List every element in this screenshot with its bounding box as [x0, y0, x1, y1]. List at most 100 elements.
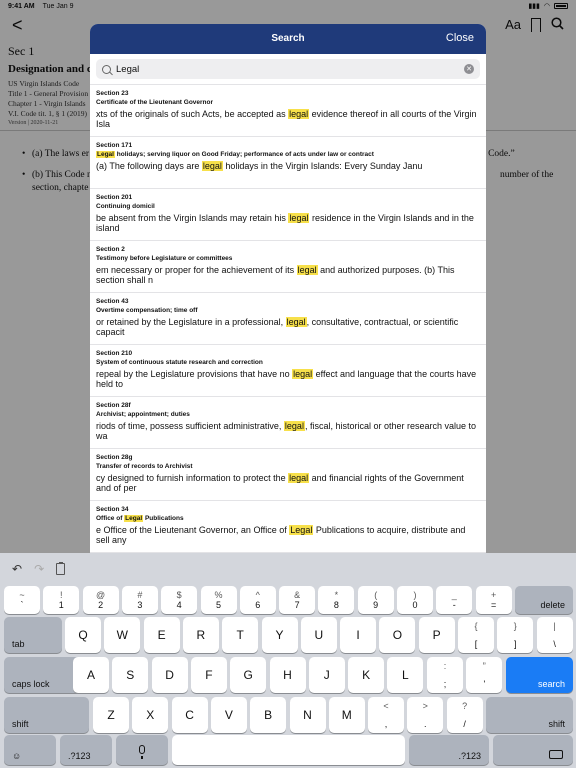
result-item[interactable]: Section 43 Overtime compensation; time of…	[90, 292, 486, 344]
key-8[interactable]: * 8	[318, 586, 355, 614]
key-e[interactable]: E	[143, 617, 180, 653]
key-4[interactable]: $4	[161, 586, 198, 614]
result-item[interactable]: Section 34 Office of Legal Publications e …	[90, 500, 486, 552]
result-section: Section 210	[96, 350, 133, 357]
key-5[interactable]: % 5	[200, 586, 237, 614]
key-s[interactable]: S	[112, 657, 149, 693]
key-label: N	[303, 708, 312, 722]
key-,[interactable]: <,	[368, 697, 404, 733]
tab-key[interactable]: tab	[4, 617, 62, 653]
key-label: J	[323, 668, 330, 682]
key-shift-label: ?	[462, 701, 468, 711]
shift-right-key[interactable]: shift	[486, 697, 573, 733]
key-v[interactable]: V	[210, 697, 247, 733]
key-6[interactable]: ^ 6	[239, 586, 276, 614]
key-b[interactable]: B	[250, 697, 287, 733]
result-item[interactable]: Section 171 Legal holidays; serving liquo…	[90, 136, 486, 188]
result-item[interactable]: Section 201 Continuing domicil be absent …	[90, 188, 486, 240]
key-label: G	[243, 668, 253, 682]
key-c[interactable]: C	[171, 697, 208, 733]
key-m[interactable]: M	[328, 697, 365, 733]
dictation-key[interactable]	[116, 735, 168, 765]
key-label: I	[356, 628, 360, 642]
key-shift-label: )	[413, 590, 417, 600]
key--[interactable]: _ -	[436, 586, 473, 614]
key-h[interactable]: H	[269, 657, 306, 693]
key-label: delete	[540, 600, 565, 610]
key-l[interactable]: L	[387, 657, 424, 693]
key-label: U	[314, 628, 324, 642]
key-i[interactable]: I	[340, 617, 377, 653]
result-name: Continuing domicil	[96, 202, 480, 211]
result-item[interactable]: Section 2 Testimony before Legislature or…	[90, 240, 486, 292]
key-[[interactable]: {[	[458, 617, 494, 653]
key-;[interactable]: :;	[427, 657, 463, 693]
key-label: 8	[333, 600, 339, 610]
key-x[interactable]: X	[132, 697, 169, 733]
result-snippet-text: or retained by the Legislature in a prof…	[96, 317, 286, 327]
key-shift-label: ~	[19, 590, 25, 600]
key-k[interactable]: K	[348, 657, 385, 693]
result-snippet-highlight: legal	[288, 473, 310, 483]
key-shift-label: {	[474, 621, 478, 631]
key-`[interactable]: ~ `	[4, 586, 40, 614]
result-section: Section 28f	[96, 402, 131, 409]
shift-left-key[interactable]: shift	[4, 697, 89, 733]
result-item[interactable]: Section 28g Transfer of records to Archiv…	[90, 448, 486, 500]
key-0[interactable]: ) 0	[397, 586, 433, 614]
key-f[interactable]: F	[190, 657, 227, 693]
key-z[interactable]: Z	[93, 697, 129, 733]
numbers-key-left[interactable]: .?123	[60, 735, 112, 765]
redo-icon[interactable]: ↷	[34, 562, 44, 576]
key-g[interactable]: G	[230, 657, 267, 693]
caps-lock-key[interactable]: caps lock	[4, 657, 82, 693]
key-a[interactable]: A	[73, 657, 109, 693]
results-list: Section 23 Certificate of the Lieutenant …	[90, 84, 486, 553]
result-snippet-highlight: legal	[296, 265, 318, 275]
search-field[interactable]: ✕	[96, 59, 480, 79]
key-2[interactable]: @2	[82, 586, 119, 614]
key-/[interactable]: ? /	[446, 697, 483, 733]
emoji-key[interactable]: ☺	[4, 735, 56, 765]
key-3[interactable]: #3	[121, 586, 158, 614]
key-7[interactable]: & 7	[279, 586, 316, 614]
key-'[interactable]: ” '	[466, 657, 503, 693]
key-label: 9	[373, 600, 379, 610]
hide-keyboard-key[interactable]	[493, 735, 573, 765]
key-1[interactable]: ! 1	[43, 586, 80, 614]
key-label: L	[402, 668, 409, 682]
undo-icon[interactable]: ↶	[12, 562, 22, 576]
result-name-text: Office of	[96, 515, 125, 522]
key-\[interactable]: | \	[536, 617, 573, 653]
key-n[interactable]: N	[289, 697, 326, 733]
key-label: '	[483, 679, 486, 689]
space-key[interactable]	[172, 735, 405, 765]
key-label: 3	[137, 600, 143, 610]
key-p[interactable]: P	[418, 617, 455, 653]
close-button[interactable]: Close	[446, 32, 474, 44]
key-o[interactable]: O	[379, 617, 416, 653]
search-input[interactable]	[116, 63, 464, 75]
key-=[interactable]: + =	[475, 586, 512, 614]
clear-icon[interactable]: ✕	[464, 64, 474, 74]
delete-key[interactable]: delete	[515, 586, 573, 614]
key-j[interactable]: J	[308, 657, 345, 693]
key-d[interactable]: D	[151, 657, 188, 693]
key-w[interactable]: W	[104, 617, 141, 653]
key-.[interactable]: >.	[407, 697, 444, 733]
key-][interactable]: }]	[497, 617, 534, 653]
result-item[interactable]: Section 210 System of continuous statute …	[90, 344, 486, 396]
paste-icon[interactable]	[56, 561, 66, 575]
key-y[interactable]: Y	[261, 617, 298, 653]
result-item[interactable]: Section 23 Certificate of the Lieutenant …	[90, 84, 486, 136]
key-r[interactable]: R	[182, 617, 219, 653]
key-t[interactable]: T	[222, 617, 259, 653]
search-modal: Search Close ✕ Section 23 Certificate of …	[90, 24, 486, 553]
search-key[interactable]: search	[506, 657, 573, 693]
key-9[interactable]: (9	[357, 586, 394, 614]
result-item[interactable]: Section 28f Archivist; appointment; dutie…	[90, 396, 486, 448]
key-q[interactable]: Q	[65, 617, 101, 653]
key-u[interactable]: U	[300, 617, 337, 653]
key-label: R	[196, 628, 206, 642]
numbers-key-right[interactable]: .?123	[409, 735, 489, 765]
